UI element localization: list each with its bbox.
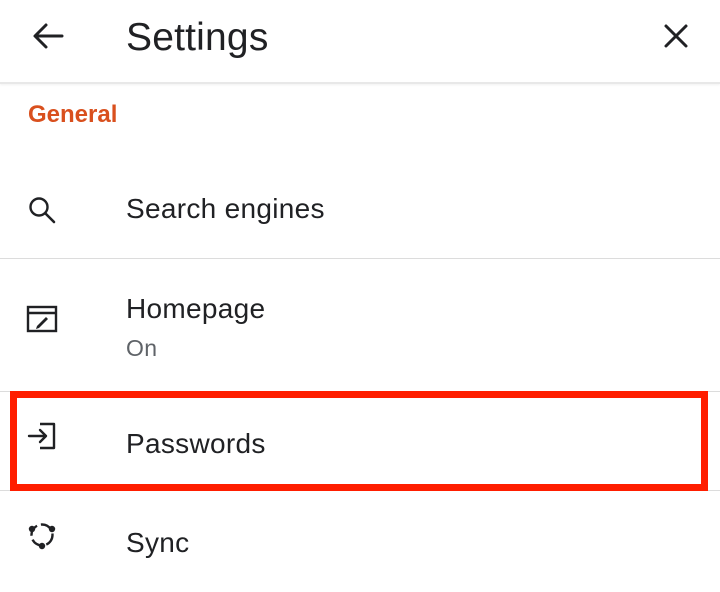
homepage-icon — [24, 301, 60, 337]
search-icon — [24, 192, 60, 228]
settings-item-sync[interactable]: Sync — [0, 491, 720, 592]
settings-item-search-engines[interactable]: Search engines — [0, 160, 720, 258]
sign-in-icon — [24, 418, 60, 454]
arrow-left-icon — [32, 22, 64, 50]
back-button[interactable] — [26, 14, 70, 58]
settings-item-label: Homepage — [126, 293, 266, 324]
settings-item-homepage[interactable]: Homepage On — [0, 259, 720, 391]
settings-item-sublabel: On — [126, 335, 158, 361]
settings-screen: Settings General Search engines Homepage… — [0, 0, 720, 592]
close-button[interactable] — [654, 14, 698, 58]
app-bar: Settings — [0, 0, 720, 84]
section-header-general: General — [28, 101, 118, 128]
sync-icon — [24, 517, 60, 553]
page-title: Settings — [126, 16, 269, 59]
settings-item-passwords[interactable]: Passwords — [0, 392, 720, 490]
settings-item-label: Sync — [126, 527, 190, 558]
settings-item-label: Search engines — [126, 193, 325, 224]
close-icon — [663, 23, 689, 49]
settings-item-label: Passwords — [126, 428, 266, 459]
